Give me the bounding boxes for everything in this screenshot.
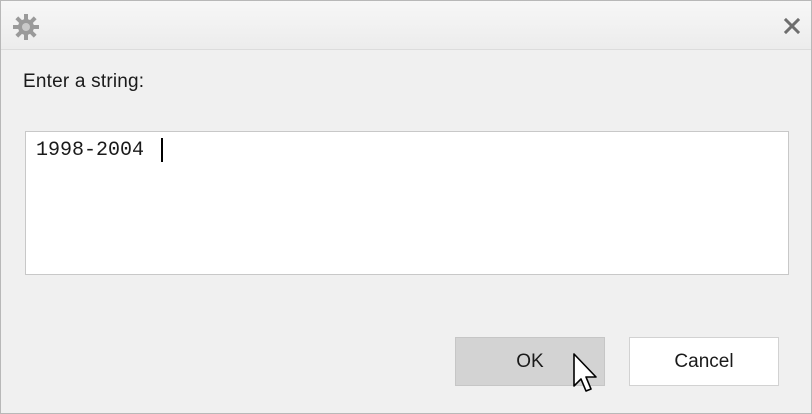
cancel-button[interactable]: Cancel (629, 337, 779, 386)
close-icon[interactable] (777, 11, 807, 41)
input-dialog: Enter a string: 1998-2004 OK Cancel (0, 0, 812, 414)
string-input[interactable]: 1998-2004 (25, 131, 789, 275)
text-caret (161, 138, 163, 162)
gear-icon (12, 13, 40, 41)
prompt-label: Enter a string: (23, 71, 145, 92)
title-bar (1, 1, 811, 50)
ok-button[interactable]: OK (455, 337, 605, 386)
